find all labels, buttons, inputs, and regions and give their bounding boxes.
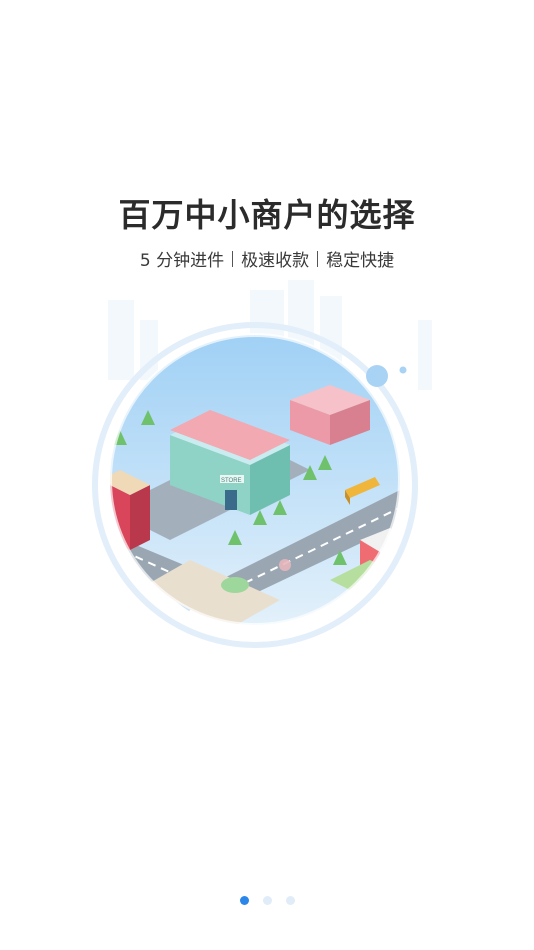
headline: 百万中小商户的选择 xyxy=(118,196,416,234)
feature-list: 5 分钟进件 极速收款 稳定快捷 xyxy=(0,246,534,271)
divider xyxy=(232,250,234,267)
city-store-illustration: STORE xyxy=(80,280,460,660)
store-sign: STORE xyxy=(221,478,242,484)
page-dot-2[interactable] xyxy=(262,896,272,905)
page-dot-3[interactable] xyxy=(285,896,295,905)
illustration-svg: STORE xyxy=(92,280,432,648)
bubble-large xyxy=(366,365,388,387)
page-dot-1[interactable] xyxy=(239,896,249,905)
page-indicator xyxy=(0,896,534,905)
bubble-small xyxy=(399,366,407,374)
divider xyxy=(317,250,319,267)
feature-onboarding-time: 5 分钟进件 xyxy=(139,251,225,271)
feature-stable: 稳定快捷 xyxy=(326,251,395,271)
feature-fast-payment: 极速收款 xyxy=(241,251,310,271)
onboarding-screen[interactable]: 百万中小商户的选择 5 分钟进件 极速收款 稳定快捷 STORE xyxy=(0,0,534,950)
